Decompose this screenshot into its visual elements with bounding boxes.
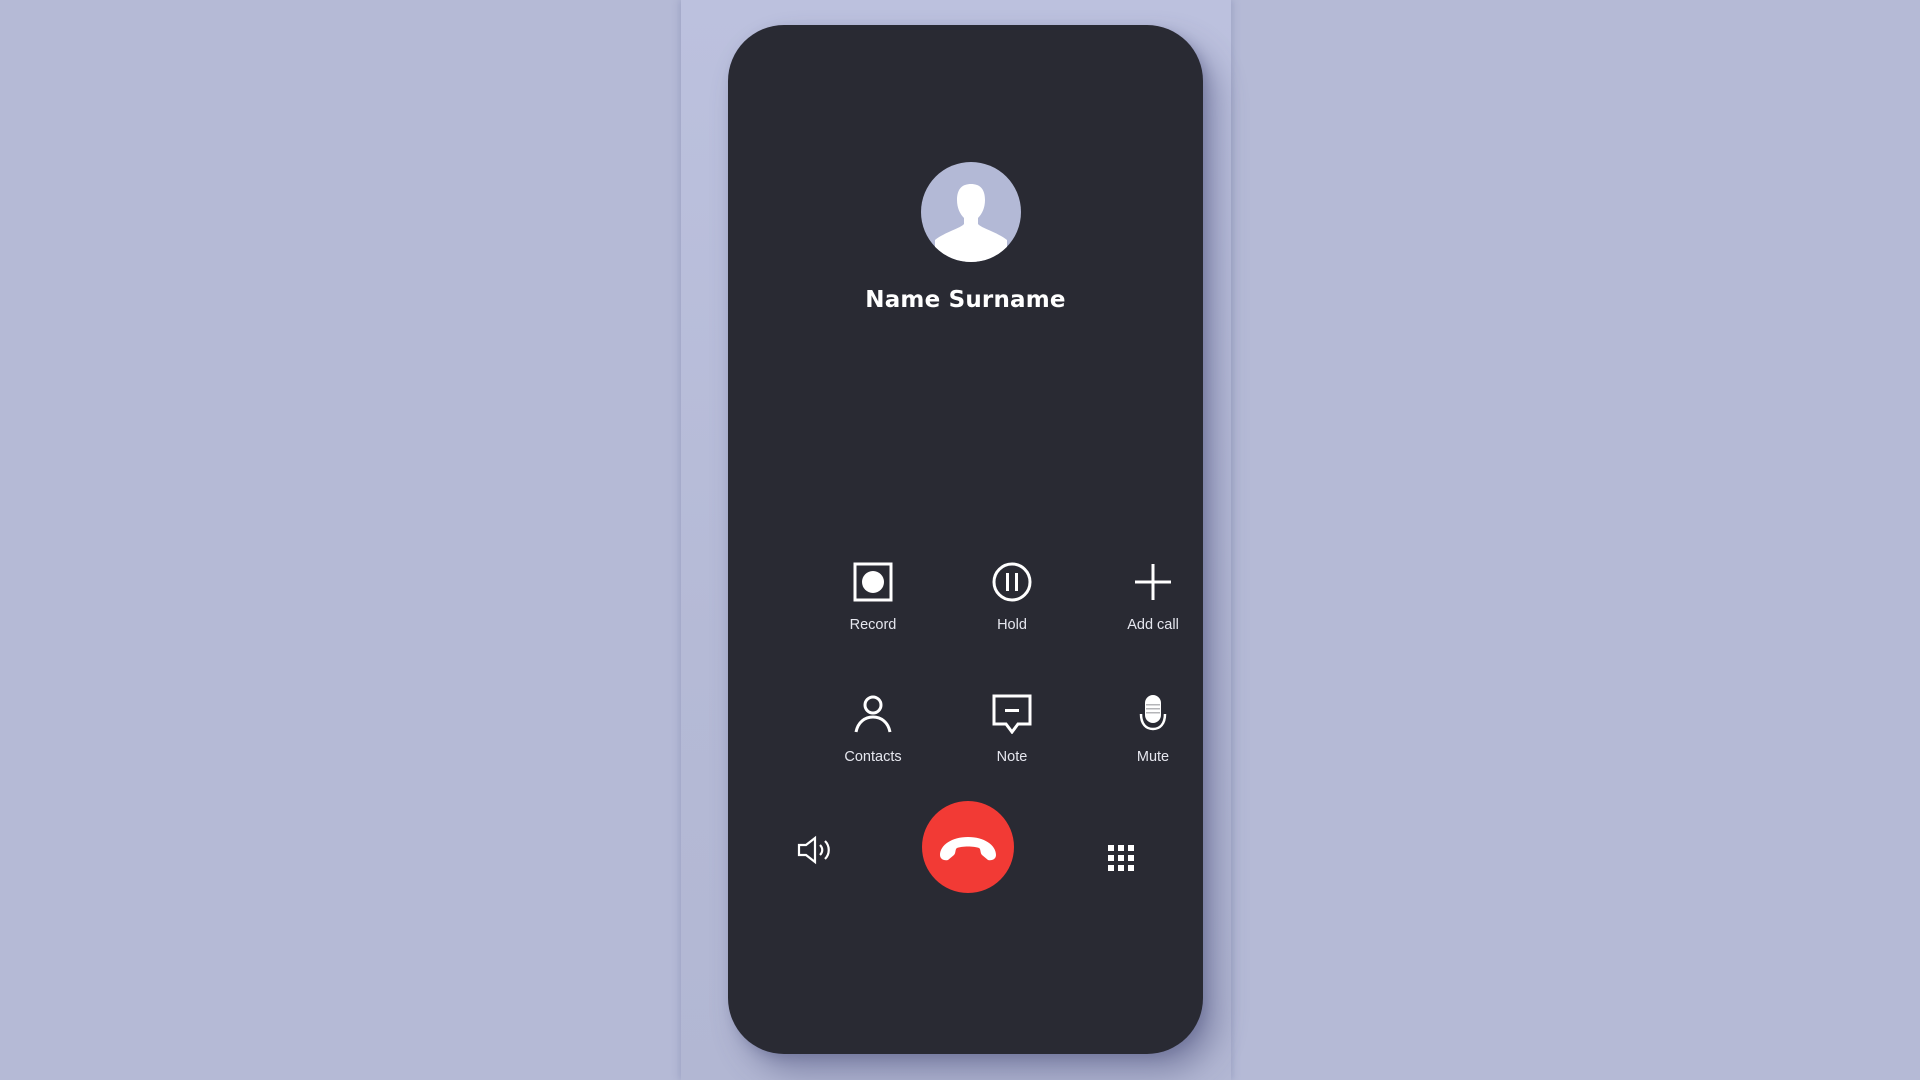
record-label: Record [849,617,897,633]
mute-label: Mute [1136,749,1170,765]
keypad-icon[interactable] [1108,845,1134,871]
contacts-label: Contacts [844,749,902,765]
plus-icon [1135,564,1171,600]
speaker-icon[interactable] [797,835,837,865]
background: Name Surname Record Hold Add call Contac… [0,0,1920,1080]
phone-hangup-icon [940,837,996,861]
microphone-icon [1139,695,1167,731]
add-call-button[interactable]: Add call [1098,562,1208,652]
person-icon [854,695,892,733]
mute-button[interactable]: Mute [1098,694,1208,784]
person-silhouette-icon [935,184,1007,262]
avatar [921,162,1021,262]
end-call-button[interactable] [922,801,1014,893]
note-label: Note [996,749,1028,765]
add-call-label: Add call [1127,617,1179,633]
contacts-button[interactable]: Contacts [818,694,928,784]
pause-icon [992,562,1032,602]
caller-name: Name Surname [865,287,1066,313]
record-button[interactable]: Record [818,562,928,652]
hold-label: Hold [997,617,1027,633]
hold-button[interactable]: Hold [957,562,1067,652]
phone-call-screen: Name Surname Record Hold Add call Contac… [728,25,1203,1054]
note-button[interactable]: Note [957,694,1067,784]
record-icon [853,562,893,602]
note-icon [992,694,1032,734]
